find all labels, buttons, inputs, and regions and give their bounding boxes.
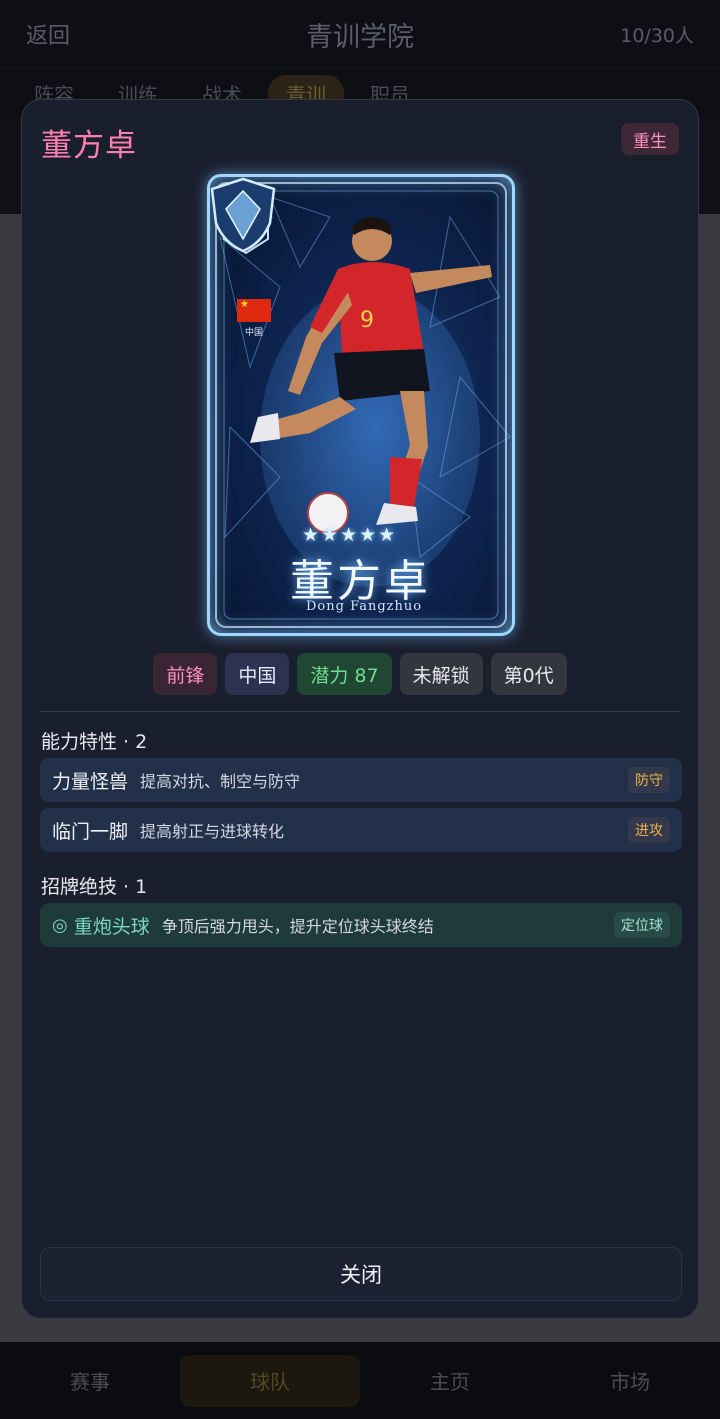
skill-name: 重炮头球: [73, 915, 150, 938]
trait-desc: 提高射正与进球转化: [140, 822, 285, 841]
player-tags: 前锋 中国 潜力 87 未解锁 第0代: [22, 653, 698, 695]
player-name-title: 董方卓: [41, 128, 137, 164]
nav-matches[interactable]: 赛事: [0, 1355, 180, 1407]
bottom-nav: 赛事 球队 主页 市场: [0, 1342, 720, 1419]
trait-name: 临门一脚: [52, 820, 129, 843]
china-flag-icon: ★: [237, 299, 271, 322]
nav-market[interactable]: 市场: [540, 1355, 720, 1407]
traits-section-title: 能力特性 · 2: [41, 731, 148, 753]
app-root: 返回 青训学院 10/30人 阵容 训练 战术 青训 职员 赛事 球队 主页 市…: [0, 0, 720, 1419]
trait-name: 力量怪兽: [52, 770, 129, 793]
potential-tag: 潜力 87: [297, 653, 392, 695]
position-tag: 前锋: [153, 653, 218, 695]
skills-section-title: 招牌绝技 · 1: [41, 876, 148, 898]
trait-category-badge: 防守: [628, 767, 670, 793]
top-bar: 返回 青训学院 10/30人: [0, 0, 720, 68]
nationality-tag: 中国: [225, 653, 290, 695]
trait-row[interactable]: 力量怪兽 提高对抗、制空与防守 防守: [40, 758, 682, 802]
back-button[interactable]: 返回: [26, 18, 70, 50]
nav-home[interactable]: 主页: [360, 1355, 540, 1407]
roster-count: 10/30人: [620, 24, 694, 47]
skill-desc: 争顶后强力甩头，提升定位球头球终结: [161, 917, 434, 936]
signature-skill-row[interactable]: ◎ 重炮头球 争顶后强力甩头，提升定位球头球终结 定位球: [40, 903, 682, 947]
skill-category-badge: 定位球: [614, 912, 670, 938]
svg-text:9: 9: [360, 308, 374, 333]
player-detail-modal: 董方卓 重生 9 ★ 中国 ★★★★★ 董方卓 Dong Fangzhuo 前锋…: [21, 99, 699, 1319]
trait-desc: 提高对抗、制空与防守: [140, 772, 301, 791]
nav-team[interactable]: 球队: [180, 1354, 360, 1407]
section-divider: [40, 711, 680, 712]
unlock-status-tag: 未解锁: [399, 653, 483, 695]
rebirth-badge: 重生: [621, 123, 679, 155]
card-player-name-roman: Dong Fangzhuo: [306, 599, 423, 614]
trait-category-badge: 进攻: [628, 817, 670, 843]
card-country: 中国: [244, 328, 263, 338]
shield-emblem-icon: [210, 177, 276, 253]
close-button[interactable]: 关闭: [40, 1247, 682, 1301]
card-star-rating: ★★★★★: [302, 524, 398, 546]
page-title: 青训学院: [306, 21, 414, 53]
trait-row[interactable]: 临门一脚 提高射正与进球转化 进攻: [40, 808, 682, 852]
generation-tag: 第0代: [490, 653, 567, 695]
target-icon: ◎: [52, 914, 68, 936]
player-card[interactable]: 9 浴火重生 REBIRTH: [207, 174, 515, 636]
